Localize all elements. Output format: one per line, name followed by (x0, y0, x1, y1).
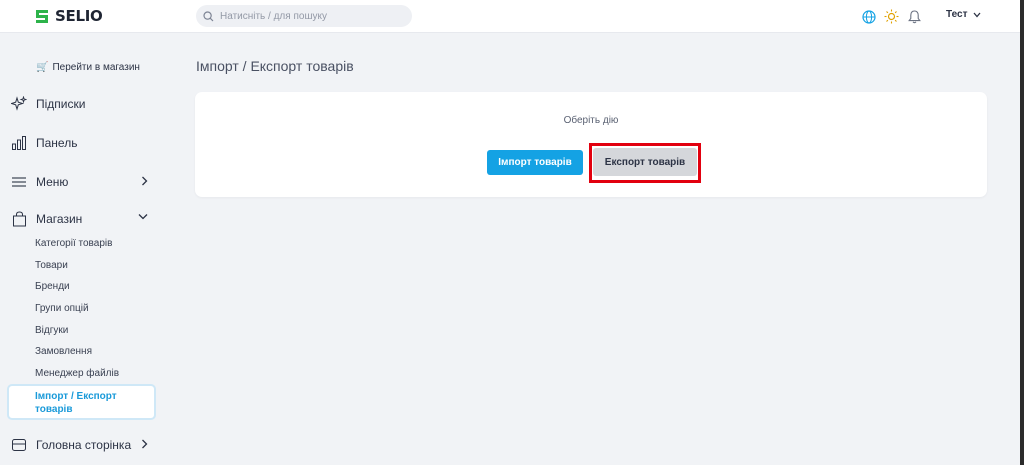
search-icon (203, 10, 214, 21)
shopping-bag-icon (11, 211, 27, 227)
sidebar-item-label: Головна сторінка (36, 438, 132, 452)
sparkle-icon (11, 96, 27, 112)
sidebar-item-label: Магазин (36, 212, 83, 226)
chevron-down-icon (973, 12, 980, 17)
page-title: Імпорт / Експорт товарів (196, 58, 354, 74)
sidebar-item-homepage[interactable]: Головна сторінка (11, 435, 156, 455)
sidebar-subitem-label: товарів (35, 404, 73, 415)
sidebar-subitem-categories[interactable]: Категорії товарів (35, 238, 112, 249)
bar-chart-icon (11, 135, 27, 151)
choose-action-caption: Оберіть дію (563, 115, 619, 126)
sidebar: 🛒 Перейти в магазин Підписки Панель Меню… (0, 34, 165, 465)
sidebar-subitem-label: Імпорт / Експорт (35, 391, 117, 402)
cart-icon: 🛒 (36, 62, 49, 73)
sidebar-subitem-products[interactable]: Товари (35, 260, 68, 271)
sidebar-item-subscriptions[interactable]: Підписки (11, 94, 156, 114)
user-menu[interactable]: Тест (946, 9, 981, 20)
search-box[interactable] (196, 5, 412, 27)
layout-icon (11, 437, 27, 453)
user-name: Тест (946, 9, 968, 20)
bell-icon[interactable] (906, 8, 923, 25)
chevron-right-icon (142, 439, 148, 449)
sidebar-item-label: Меню (36, 175, 69, 189)
sidebar-subitem-reviews[interactable]: Відгуки (35, 325, 68, 336)
action-card: Оберіть дію Імпорт товарів Експорт товар… (195, 92, 987, 197)
sidebar-item-menu[interactable]: Меню (11, 172, 156, 192)
sidebar-subitem-orders[interactable]: Замовлення (35, 346, 92, 357)
sidebar-item-panel[interactable]: Панель (11, 133, 156, 153)
brand-name: SELIO (55, 7, 103, 25)
go-to-store-label: Перейти в магазин (52, 62, 140, 73)
sidebar-item-shop[interactable]: Магазин (11, 209, 156, 229)
logo-icon (36, 9, 48, 23)
search-input[interactable] (220, 10, 400, 22)
import-products-button[interactable]: Імпорт товарів (487, 150, 583, 175)
sidebar-subitem-import-export[interactable]: Імпорт / Експорт товарів (7, 384, 156, 420)
top-bar: SELIO Натисніть / для пошуку Тест (0, 0, 1020, 33)
export-products-button[interactable]: Експорт товарів (593, 148, 697, 176)
sidebar-item-label: Панель (36, 136, 78, 150)
sidebar-subitem-brands[interactable]: Бренди (35, 281, 70, 292)
sun-icon[interactable] (883, 8, 900, 25)
window-scrollbar[interactable] (1020, 0, 1024, 465)
menu-lines-icon (11, 174, 27, 190)
sidebar-item-label: Підписки (36, 97, 86, 111)
logo[interactable]: SELIO (34, 7, 103, 25)
chevron-right-icon (142, 176, 148, 186)
chevron-down-icon (138, 214, 148, 220)
sidebar-subitem-option-groups[interactable]: Групи опцій (35, 303, 89, 314)
go-to-store-link[interactable]: 🛒 Перейти в магазин (36, 62, 140, 73)
sidebar-subitem-file-manager[interactable]: Менеджер файлів (35, 368, 119, 379)
globe-icon[interactable] (860, 8, 877, 25)
